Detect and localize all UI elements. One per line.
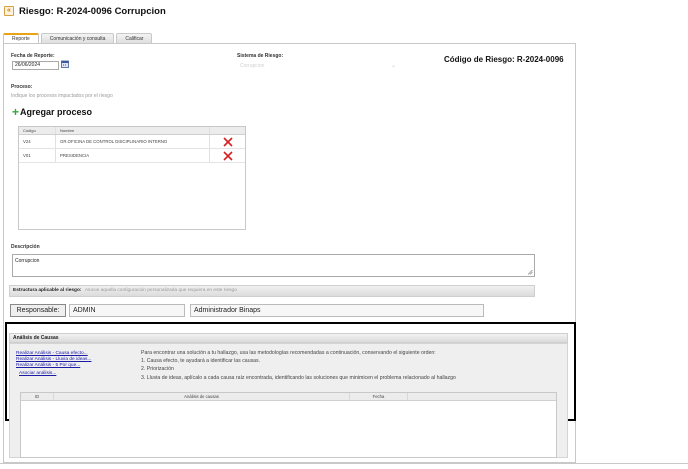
col-id: ID xyxy=(21,393,54,400)
col-extra xyxy=(408,393,556,400)
table-row: V24 GR.OFICINA DE CONTROL DISCIPLINARIO … xyxy=(19,135,245,149)
instruction-step-2: 2. Priorización xyxy=(141,366,174,372)
col-codigo: Código xyxy=(19,127,56,134)
table-header: ID Análisis de causas Fecha xyxy=(21,393,556,401)
fecha-label: Fecha de Reporte: xyxy=(11,53,55,59)
sistema-value: Corrupcion xyxy=(240,63,265,69)
descripcion-value: Corrupcion xyxy=(15,258,40,264)
calendar-icon[interactable] xyxy=(61,60,69,68)
analisis-header: Análisis de Causas xyxy=(9,333,568,343)
responsable-name-field[interactable]: Administrador Binaps xyxy=(190,304,484,317)
chevron-down-icon: ⌄ xyxy=(390,63,396,69)
delete-icon[interactable] xyxy=(222,150,233,161)
row-code: V01 xyxy=(19,149,56,162)
resize-grip-icon[interactable] xyxy=(527,269,533,275)
col-nombre: Nombre xyxy=(56,127,210,134)
sistema-select[interactable]: Corrupcion ⌄ xyxy=(238,61,398,71)
link-asociar-analisis[interactable]: Asociar análisis... xyxy=(19,371,56,376)
delete-icon[interactable] xyxy=(222,136,233,147)
plus-icon: + xyxy=(12,104,20,119)
table-header: Código Nombre xyxy=(19,127,245,135)
divider xyxy=(0,463,688,464)
responsable-button[interactable]: Responsable: xyxy=(10,304,66,317)
instruction-intro: Para encontrar una solución a tu hallazg… xyxy=(141,350,436,356)
add-proceso-button[interactable]: + Agregar proceso xyxy=(12,104,93,119)
codigo-riesgo: Código de Riesgo: R-2024-0096 xyxy=(444,55,564,64)
link-5-por-que[interactable]: Realizar Análisis - 5 Por que... xyxy=(16,363,80,368)
proceso-label: Proceso: xyxy=(11,84,33,90)
estructura-bar: Estructura aplicable al riesgo: Asocie a… xyxy=(9,285,535,297)
row-code: V24 xyxy=(19,135,56,148)
add-proceso-label: Agregar proceso xyxy=(20,107,93,117)
sistema-label: Sistema de Riesgo: xyxy=(237,53,284,59)
row-name: PRESIDENCIA xyxy=(56,149,210,162)
instruction-step-3: 3. Lluvia de ideas, aplícalo a cada caus… xyxy=(141,375,456,381)
link-lluvia-ideas[interactable]: Realizar Análisis - Lluvia de ideas... xyxy=(16,357,91,362)
instruction-step-1: 1. Causa efecto, te ayudará a identifica… xyxy=(141,358,261,364)
estructura-label: Estructura aplicable al riesgo: xyxy=(13,288,82,293)
back-arrow-icon[interactable]: « xyxy=(4,6,14,16)
responsable-user-field[interactable]: ADMIN xyxy=(69,304,185,317)
row-name: GR.OFICINA DE CONTROL DISCIPLINARIO INTE… xyxy=(56,135,210,148)
descripcion-label: Descripción xyxy=(11,244,40,250)
process-table: Código Nombre V24 GR.OFICINA DE CONTROL … xyxy=(18,126,246,230)
col-actions xyxy=(210,127,245,134)
causas-table: ID Análisis de causas Fecha xyxy=(20,392,557,458)
link-causa-efecto[interactable]: Realizar Análisis - Causa efecto... xyxy=(16,351,88,356)
col-analisis: Análisis de causas xyxy=(54,393,350,400)
page-title: Riesgo: R-2024-0096 Corrupcion xyxy=(19,6,166,17)
estructura-hint: Asocie aquella configuración personaliza… xyxy=(84,288,237,293)
table-row: V01 PRESIDENCIA xyxy=(19,149,245,163)
descripcion-textarea[interactable]: Corrupcion xyxy=(12,254,535,277)
fecha-input[interactable]: 26/06/2024 xyxy=(12,61,59,70)
col-fecha: Fecha xyxy=(350,393,408,400)
proceso-hint: Indique los procesos impactados por el r… xyxy=(11,93,113,99)
